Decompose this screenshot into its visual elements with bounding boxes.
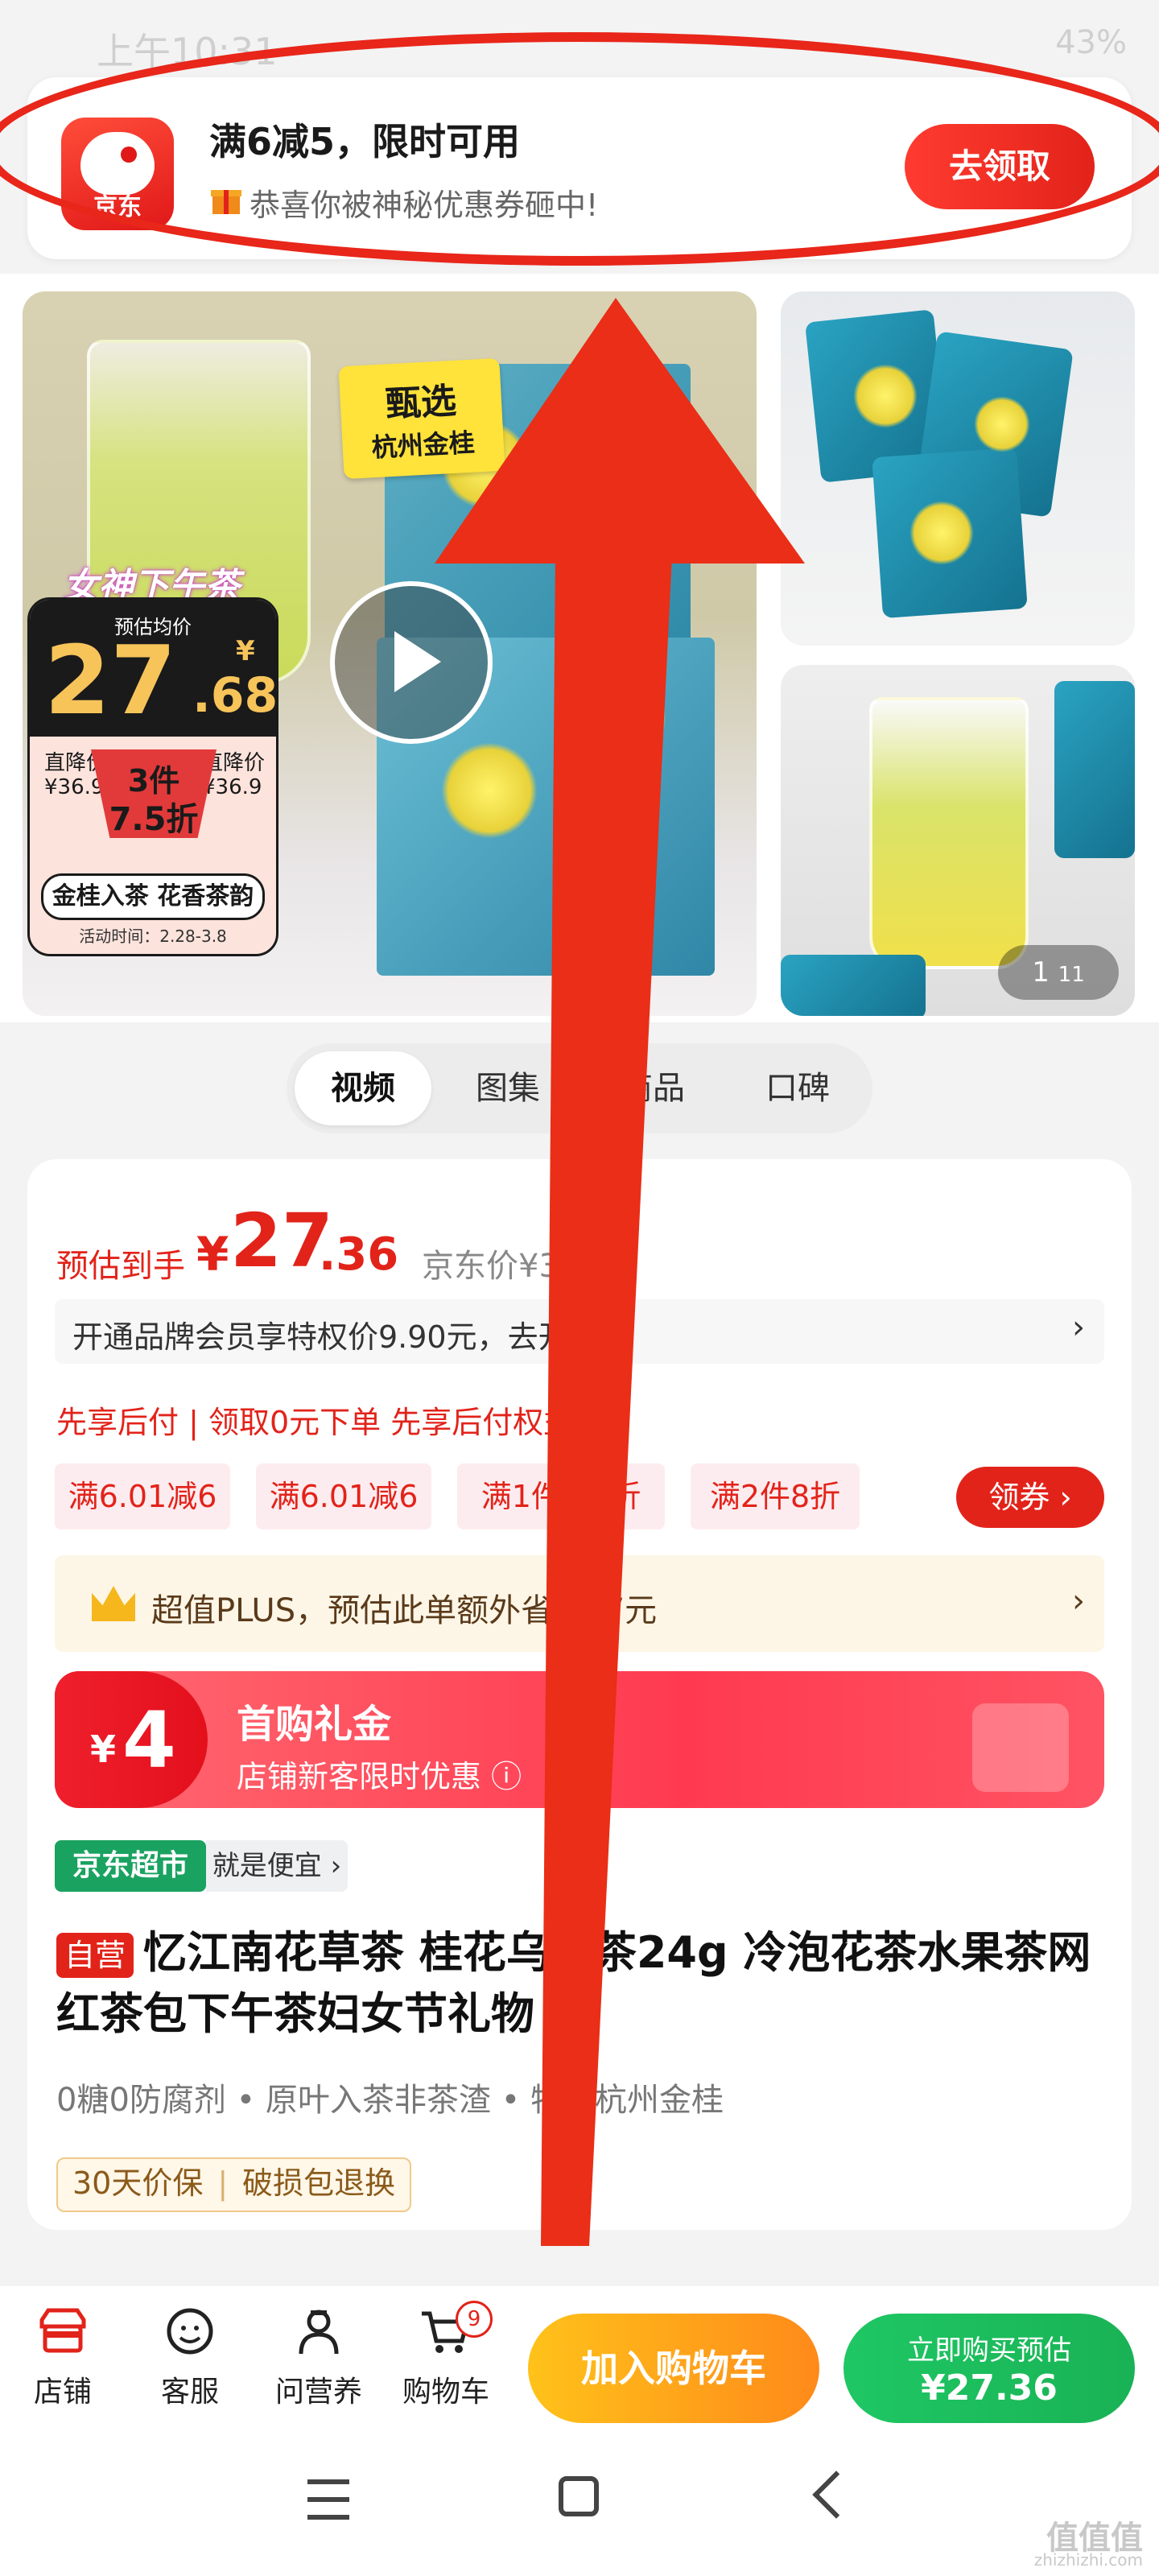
media-tabs: 视频 图集 商品 口碑 <box>287 1043 872 1133</box>
bonus-subtitle: 店铺新客限时优惠 ⓘ <box>237 1759 522 1794</box>
tab-video[interactable]: 视频 <box>295 1051 431 1125</box>
store-label: 店铺 <box>33 2376 92 2409</box>
jd-list-price: 京东价¥36.90 <box>422 1248 631 1285</box>
product-gallery: 甄选 杭州金桂 女神下午茶 预估均价 27 .68 ¥ 直降价 ¥36.9 直降… <box>0 274 1159 1022</box>
discount-badge: 3件 7.5折 <box>91 749 217 838</box>
damage-return-label: 破损包退换 <box>242 2165 396 2201</box>
estimated-price-int: 27 <box>230 1198 334 1284</box>
first-purchase-bonus[interactable]: ¥ 4 首购礼金 店铺新客限时优惠 ⓘ <box>55 1671 1104 1808</box>
get-coupon-button[interactable]: 领券 › <box>956 1467 1104 1528</box>
play-video-icon[interactable] <box>330 581 493 744</box>
jd-supermarket-badge: 京东超市 <box>55 1840 206 1892</box>
coupon-tag[interactable]: 满6.01减6 <box>55 1463 230 1530</box>
gallery-pager: 1 11 <box>998 945 1119 1000</box>
battery-level: 43% <box>1055 24 1127 61</box>
customer-service-icon <box>167 2308 213 2355</box>
customer-service-label: 客服 <box>160 2376 219 2409</box>
site-watermark-url: zhizhizhi.com <box>1033 2550 1143 2570</box>
discount-line2: 7.5折 <box>109 801 199 838</box>
osmanthus-flower-icon <box>909 501 974 565</box>
bonus-amount: 4 <box>122 1695 176 1785</box>
service-guarantees[interactable]: 30天价保 | 破损包退换 <box>56 2157 412 2212</box>
nutrition-advice-label: 问营养 <box>274 2376 362 2409</box>
pager-current: 1 <box>1032 956 1050 989</box>
coupon-tag[interactable]: 满6.01减6 <box>256 1463 431 1530</box>
crown-icon <box>92 1586 135 1621</box>
estimated-price-dec: .36 <box>319 1228 399 1281</box>
activity-time: 活动时间：2.28-3.8 <box>79 927 227 946</box>
chevron-right-icon: › <box>1072 1583 1085 1620</box>
member-price-text: 开通品牌会员享特权价9.90元，去开通 <box>72 1319 600 1355</box>
nutrition-advice-button[interactable]: 问营养 <box>270 2302 367 2410</box>
osmanthus-flower-icon <box>853 364 918 428</box>
store-button[interactable]: 店铺 <box>14 2302 111 2410</box>
coupon-tag[interactable]: 满1件9.5折 <box>457 1463 665 1530</box>
bonus-title: 首购礼金 <box>237 1702 392 1747</box>
price-protection-label: 30天价保 <box>72 2165 204 2201</box>
product-title-text: 忆江南花草茶 桂花乌龙茶24g 冷泡花茶水果茶网红茶包下午茶妇女节礼物 ⌄ <box>56 1927 1091 2039</box>
cart-label: 购物车 <box>402 2376 489 2409</box>
osmanthus-flower-icon <box>538 493 610 565</box>
gift-box-icon <box>972 1703 1069 1792</box>
divider: | <box>217 2165 229 2201</box>
promo-tag: 甄选 杭州金桂 <box>338 357 505 480</box>
price-card-int: 27 <box>44 625 177 736</box>
annotation-ellipse <box>0 32 1159 266</box>
price-card-dec: .68 <box>192 667 278 724</box>
supermarket-tagline: 就是便宜 › <box>206 1840 348 1892</box>
coupon-tag[interactable]: 满2件8折 <box>691 1463 860 1530</box>
bottom-action-bar: 店铺 客服 问营养 购物车 9 加入购物车 立即购买预估 ¥27.36 <box>0 2286 1159 2431</box>
osmanthus-flower-icon <box>974 396 1030 452</box>
product-features: 0糖0防腐剂 • 原叶入茶非茶渣 • 特加杭州金桂 <box>56 2082 724 2119</box>
customer-service-button[interactable]: 客服 <box>142 2302 238 2410</box>
add-to-cart-button[interactable]: 加入购物车 <box>528 2314 819 2423</box>
member-price-row[interactable]: 开通品牌会员享特权价9.90元，去开通 › <box>55 1299 1104 1364</box>
promo-tag-line2: 杭州金桂 <box>370 427 476 464</box>
product-title: 自营 忆江南花草茶 桂花乌龙茶24g 冷泡花茶水果茶网红茶包下午茶妇女节礼物 ⌄ <box>56 1922 1103 2045</box>
tab-reviews[interactable]: 口碑 <box>729 1051 866 1125</box>
tab-gallery[interactable]: 图集 <box>439 1051 576 1125</box>
store-icon <box>39 2308 86 2353</box>
bonus-yen: ¥ <box>90 1728 117 1771</box>
tab-product[interactable]: 商品 <box>584 1051 721 1125</box>
price-card-slogan: 金桂入茶 花香茶韵 <box>41 873 265 920</box>
tea-bag-image <box>781 955 926 1016</box>
back-icon[interactable] <box>812 2471 860 2519</box>
product-info-card: 预估到手 ¥ 27 .36 京东价¥36.90 开通品牌会员享特权价9.90元，… <box>27 1159 1132 2230</box>
plus-savings-text: 超值PLUS，预估此单额外省0.37元 <box>151 1592 658 1629</box>
buy-now-price: ¥27.36 <box>921 2368 1058 2409</box>
promo-tag-line1: 甄选 <box>384 380 458 426</box>
system-nav-bar <box>0 2431 1159 2576</box>
chevron-right-icon: › <box>1072 1309 1085 1346</box>
buy-now-label: 立即购买预估 <box>907 2334 1071 2367</box>
pay-later-row[interactable]: 先享后付 | 领取0元下单 先享后付权益 › <box>56 1397 596 1442</box>
plus-savings-row[interactable]: 超值PLUS，预估此单额外省0.37元 › <box>55 1555 1104 1652</box>
estimated-price-label: 预估到手 <box>56 1248 185 1285</box>
nutritionist-icon <box>299 2310 339 2355</box>
pager-total: 11 <box>1058 963 1085 987</box>
main-product-image[interactable]: 甄选 杭州金桂 女神下午茶 预估均价 27 .68 ¥ 直降价 ¥36.9 直降… <box>23 291 757 1016</box>
home-icon[interactable] <box>559 2476 599 2516</box>
cart-count-badge: 9 <box>456 2301 493 2338</box>
estimated-price-yen: ¥ <box>196 1227 229 1282</box>
gallery-thumbnail[interactable] <box>781 291 1135 646</box>
tea-glass-image <box>869 697 1029 969</box>
osmanthus-flower-icon <box>441 742 538 839</box>
tea-bag-image <box>1054 681 1135 858</box>
price-card-yen: ¥ <box>236 635 255 667</box>
buy-now-button[interactable]: 立即购买预估 ¥27.36 <box>843 2314 1135 2423</box>
price-promo-card: 预估均价 27 .68 ¥ 直降价 ¥36.9 直降价 ¥36.9 3件 7.5… <box>27 597 278 956</box>
recent-apps-icon[interactable] <box>307 2479 349 2520</box>
osmanthus-flower-icon <box>586 678 666 758</box>
self-operated-badge: 自营 <box>56 1933 134 1979</box>
